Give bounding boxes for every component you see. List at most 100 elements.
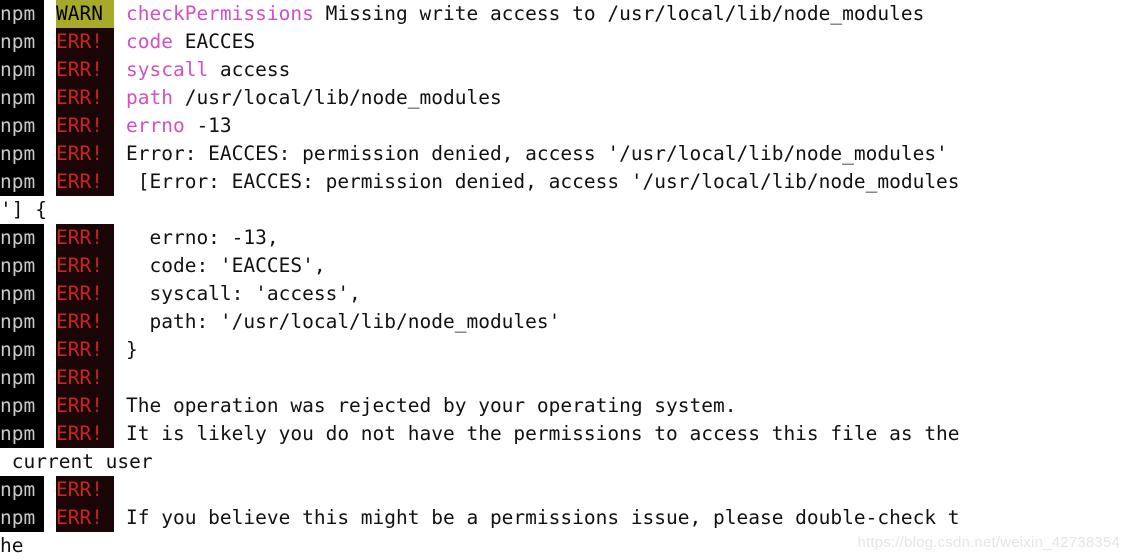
err-badge: ERR! xyxy=(56,168,114,196)
badge-gap xyxy=(44,504,56,532)
badge-gap xyxy=(44,280,56,308)
terminal-line-text: syscall: 'access', xyxy=(126,282,361,305)
terminal-keyword: code xyxy=(126,30,173,53)
terminal-line-body: EACCES xyxy=(172,30,256,53)
terminal-line-text: syscall access xyxy=(114,56,290,84)
terminal-line: current user xyxy=(0,448,1126,476)
badge-gap xyxy=(44,168,56,196)
terminal-line-text: path /usr/local/lib/node_modules xyxy=(114,84,502,112)
terminal-keyword: syscall xyxy=(126,58,209,81)
terminal-line: npm ERR! xyxy=(0,476,1126,504)
terminal-line: npm ERR! path: '/usr/local/lib/node_modul… xyxy=(0,308,1126,336)
err-badge: ERR! xyxy=(56,140,114,168)
badge-gap xyxy=(44,224,56,252)
terminal-line-continuation: he xyxy=(0,534,24,557)
err-badge: ERR! xyxy=(56,112,114,140)
err-badge: ERR! xyxy=(56,504,114,532)
npm-prefix: npm xyxy=(0,280,44,308)
badge-gap xyxy=(44,476,56,504)
terminal-line-body: access xyxy=(208,58,291,81)
badge-gap xyxy=(44,252,56,280)
badge-gap xyxy=(44,364,56,392)
terminal-line: npm ERR! [Error: EACCES: permission denie… xyxy=(0,168,1126,196)
terminal-line-text: errno -13 xyxy=(114,112,232,140)
badge-gap xyxy=(44,84,56,112)
npm-prefix: npm xyxy=(0,140,44,168)
terminal-line: npm ERR! Error: EACCES: permission denied,… xyxy=(0,140,1126,168)
terminal-line: npm ERR! path /usr/local/lib/node_modules xyxy=(0,84,1126,112)
terminal-line-body: -13 xyxy=(184,114,232,137)
terminal-line-text xyxy=(114,476,126,504)
terminal-line: npm ERR! errno: -13, xyxy=(0,224,1126,252)
err-badge: ERR! xyxy=(56,28,114,56)
terminal-line-text: code: 'EACCES', xyxy=(126,254,326,277)
terminal-line-text: } xyxy=(126,338,138,361)
err-badge: ERR! xyxy=(56,392,114,420)
npm-prefix: npm xyxy=(0,224,44,252)
terminal-keyword: checkPermissions xyxy=(126,2,314,25)
npm-prefix: npm xyxy=(0,0,44,28)
err-badge: ERR! xyxy=(56,476,114,504)
terminal-line: npm ERR! xyxy=(0,364,1126,392)
badge-gap xyxy=(44,0,56,28)
err-badge: ERR! xyxy=(56,308,114,336)
npm-prefix: npm xyxy=(0,308,44,336)
terminal-line: npm ERR! syscall access xyxy=(0,56,1126,84)
badge-gap xyxy=(44,140,56,168)
npm-prefix: npm xyxy=(0,392,44,420)
err-badge: ERR! xyxy=(56,420,114,448)
terminal-line-text: If you believe this might be a permissio… xyxy=(126,506,960,529)
terminal-line: npm ERR! syscall: 'access', xyxy=(0,280,1126,308)
terminal-line-text: The operation was rejected by your opera… xyxy=(126,394,737,417)
npm-prefix: npm xyxy=(0,364,44,392)
badge-gap xyxy=(44,28,56,56)
terminal-line-text: errno: -13, xyxy=(126,226,279,249)
terminal-line: npm WARN checkPermissions Missing write ac… xyxy=(0,0,1126,28)
err-badge: ERR! xyxy=(56,84,114,112)
terminal-line-text: Error: EACCES: permission denied, access… xyxy=(126,142,948,165)
badge-gap xyxy=(44,392,56,420)
terminal-line-text: [Error: EACCES: permission denied, acces… xyxy=(126,170,960,193)
badge-gap xyxy=(44,112,56,140)
terminal-line-text: code EACCES xyxy=(114,28,255,56)
err-badge: ERR! xyxy=(56,224,114,252)
err-badge: ERR! xyxy=(56,280,114,308)
watermark: https://blog.csdn.net/weixin_42738354 xyxy=(857,534,1120,551)
npm-prefix: npm xyxy=(0,112,44,140)
warn-badge: WARN xyxy=(56,0,114,28)
terminal-output: npm WARN checkPermissions Missing write ac… xyxy=(0,0,1126,560)
terminal-line: npm ERR! If you believe this might be a pe… xyxy=(0,504,1126,532)
npm-prefix: npm xyxy=(0,476,44,504)
npm-prefix: npm xyxy=(0,336,44,364)
npm-prefix: npm xyxy=(0,84,44,112)
terminal-line: '] { xyxy=(0,196,1126,224)
terminal-line: npm ERR! The operation was rejected by you… xyxy=(0,392,1126,420)
terminal-line-list: npm WARN checkPermissions Missing write ac… xyxy=(0,0,1126,560)
terminal-line-body: Missing write access to /usr/local/lib/n… xyxy=(313,2,925,25)
terminal-keyword: path xyxy=(126,86,173,109)
err-badge: ERR! xyxy=(56,336,114,364)
terminal-line-body: /usr/local/lib/node_modules xyxy=(172,86,502,109)
terminal-line: npm ERR! errno -13 xyxy=(0,112,1126,140)
npm-prefix: npm xyxy=(0,168,44,196)
npm-prefix: npm xyxy=(0,252,44,280)
badge-gap xyxy=(44,56,56,84)
npm-prefix: npm xyxy=(0,420,44,448)
npm-prefix: npm xyxy=(0,28,44,56)
badge-gap xyxy=(44,420,56,448)
terminal-line-text: checkPermissions Missing write access to… xyxy=(114,0,924,28)
err-badge: ERR! xyxy=(56,56,114,84)
terminal-line: npm ERR!} xyxy=(0,336,1126,364)
npm-prefix: npm xyxy=(0,504,44,532)
err-badge: ERR! xyxy=(56,364,114,392)
terminal-line-text: It is likely you do not have the permiss… xyxy=(126,422,960,445)
badge-gap xyxy=(44,336,56,364)
terminal-line: npm ERR! It is likely you do not have the … xyxy=(0,420,1126,448)
terminal-keyword: errno xyxy=(126,114,185,137)
npm-prefix: npm xyxy=(0,56,44,84)
terminal-line: npm ERR! code EACCES xyxy=(0,28,1126,56)
badge-gap xyxy=(44,308,56,336)
terminal-line-text xyxy=(114,364,126,392)
terminal-line-text: path: '/usr/local/lib/node_modules' xyxy=(126,310,561,333)
terminal-line: npm ERR! code: 'EACCES', xyxy=(0,252,1126,280)
